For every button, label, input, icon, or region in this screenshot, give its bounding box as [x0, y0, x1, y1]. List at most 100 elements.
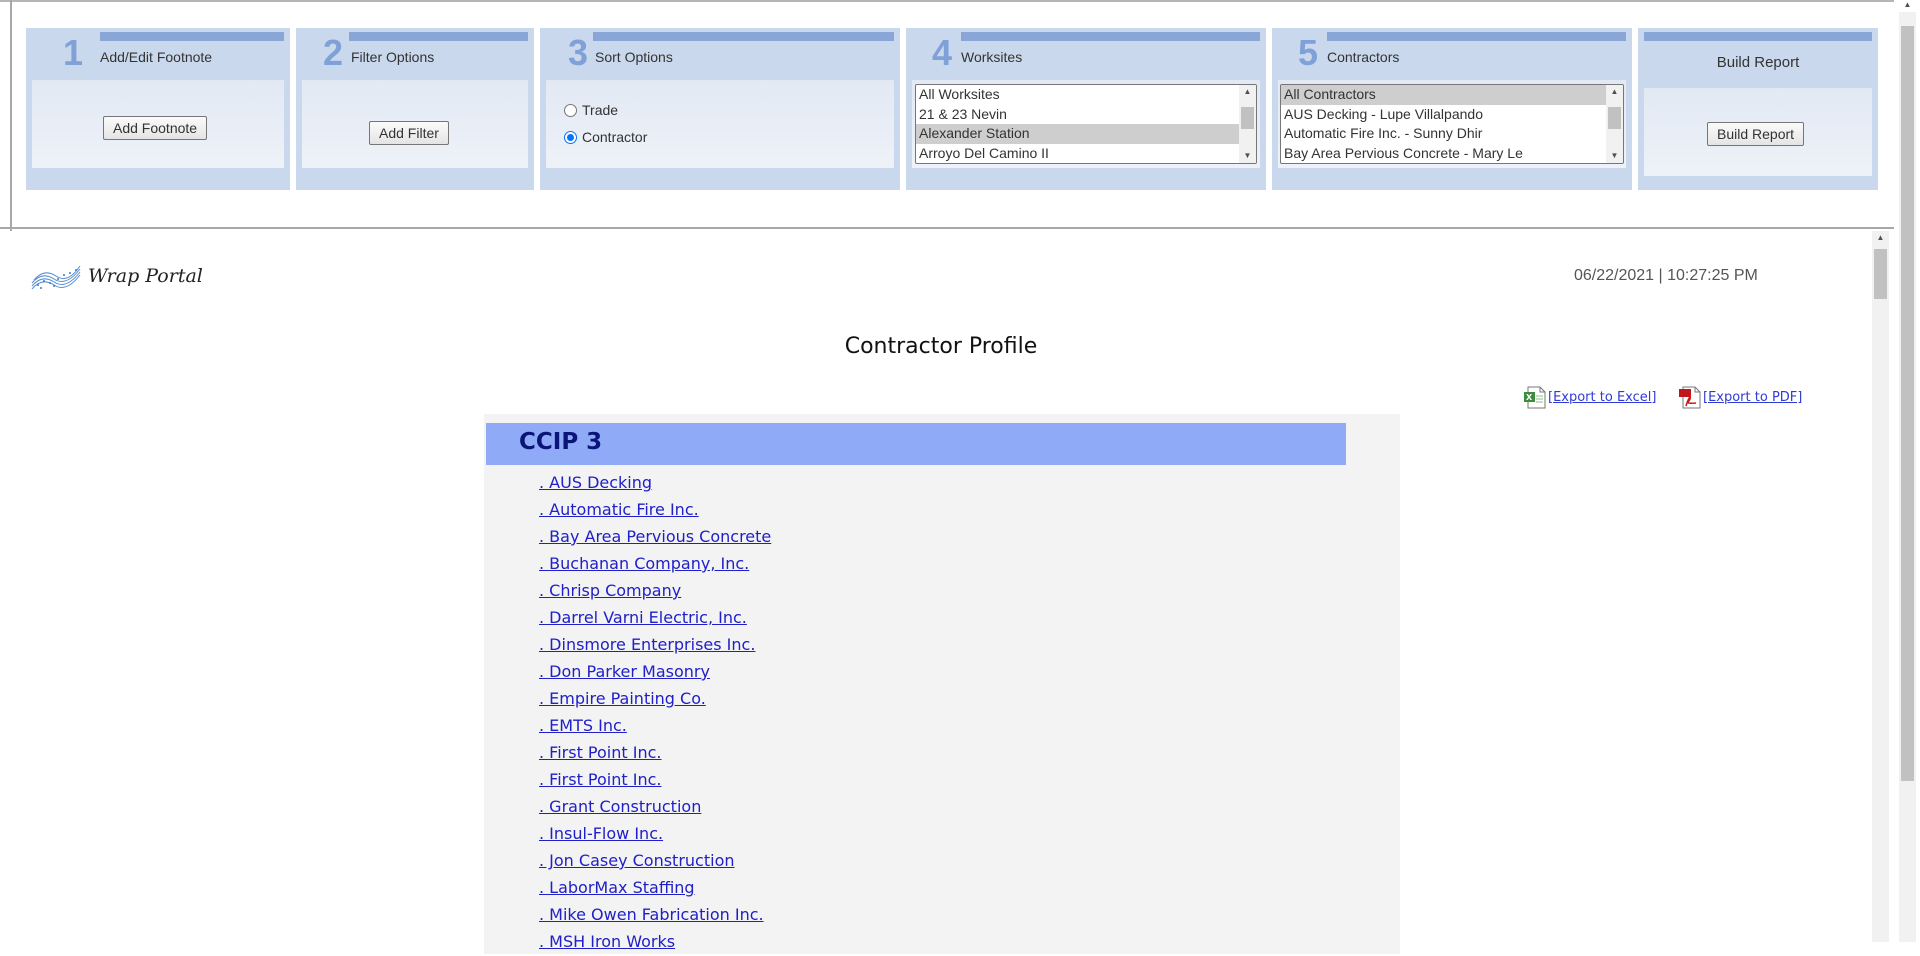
step-number: 4: [932, 32, 953, 73]
list-item: . Grant Construction: [539, 793, 771, 820]
list-item: . Empire Painting Co.: [539, 685, 771, 712]
report-builder-toolbar: 1 Add/Edit Footnote Add Footnote 2 Filte…: [0, 0, 1894, 229]
wrap-portal-logo: Wrap Portal: [30, 261, 203, 291]
report-frame: Wrap Portal 06/22/2021 | 10:27:25 PM Con…: [10, 231, 1872, 954]
panel-title: Worksites: [961, 49, 1023, 65]
panel-body: Add Filter: [302, 80, 528, 168]
scroll-thumb[interactable]: [1874, 249, 1887, 299]
contractor-link[interactable]: . Mike Owen Fabrication Inc.: [539, 905, 764, 924]
page-title: Contractor Profile: [844, 334, 1038, 359]
contractor-link[interactable]: . Insul-Flow Inc.: [539, 824, 663, 843]
listbox-scrollbar[interactable]: ▲ ▼: [1606, 85, 1623, 163]
contractor-option-selected[interactable]: All Contractors: [1281, 85, 1606, 105]
logo-text: Wrap Portal: [88, 265, 203, 287]
panel-body: Add Footnote: [32, 80, 284, 168]
panel-body: Trade Contractor: [546, 80, 894, 168]
contractor-link[interactable]: . Don Parker Masonry: [539, 662, 710, 681]
step-number: 5: [1298, 32, 1319, 73]
add-filter-button[interactable]: Add Filter: [369, 121, 449, 145]
contractors-listbox[interactable]: All Contractors AUS Decking - Lupe Villa…: [1280, 84, 1624, 164]
contractor-link[interactable]: . Automatic Fire Inc.: [539, 500, 699, 519]
footnote-panel: 1 Add/Edit Footnote Add Footnote: [26, 28, 290, 190]
panel-bar: [100, 32, 284, 41]
build-report-button[interactable]: Build Report: [1707, 122, 1805, 146]
pdf-icon[interactable]: [1677, 384, 1703, 410]
export-excel-link[interactable]: X [Export to Excel]: [1522, 384, 1656, 410]
panel-body: Build Report: [1644, 88, 1872, 176]
scroll-down-arrow-icon[interactable]: ▼: [1239, 149, 1256, 163]
build-report-panel: Build Report Build Report: [1638, 28, 1878, 190]
export-excel-text[interactable]: [Export to Excel]: [1548, 390, 1656, 405]
panel-bar: [593, 32, 894, 41]
radio-button-selected[interactable]: [564, 130, 577, 144]
contractor-option[interactable]: Bay Area Pervious Concrete - Mary Le: [1281, 144, 1606, 164]
page-scrollbar[interactable]: ▲: [1894, 0, 1920, 942]
report-content: CCIP 3 . AUS Decking . Automatic Fire In…: [484, 414, 1400, 954]
step-number: 2: [323, 32, 344, 73]
contractor-link[interactable]: . Chrisp Company: [539, 581, 681, 600]
list-item: . AUS Decking: [539, 469, 771, 496]
export-pdf-text[interactable]: [Export to PDF]: [1703, 390, 1802, 405]
contractor-link[interactable]: . Bay Area Pervious Concrete: [539, 527, 771, 546]
scroll-down-arrow-icon[interactable]: ▼: [1606, 149, 1623, 163]
export-pdf-link[interactable]: [Export to PDF]: [1677, 384, 1802, 410]
excel-icon[interactable]: X: [1522, 384, 1548, 410]
contractor-link[interactable]: . AUS Decking: [539, 473, 652, 492]
contractor-option[interactable]: Automatic Fire Inc. - Sunny Dhir: [1281, 124, 1606, 144]
panel-title: Build Report: [1716, 54, 1800, 71]
radio-label: Contractor: [582, 129, 648, 145]
list-item: . Buchanan Company, Inc.: [539, 550, 771, 577]
list-item: . EMTS Inc.: [539, 712, 771, 739]
contractor-link[interactable]: . First Point Inc.: [539, 770, 661, 789]
wave-logo-icon: [31, 265, 81, 290]
panel-bar: [961, 32, 1260, 41]
contractor-link[interactable]: . LaborMax Staffing: [539, 878, 695, 897]
radio-button[interactable]: [564, 103, 577, 117]
contractor-link[interactable]: . Jon Casey Construction: [539, 851, 735, 870]
contractors-panel: 5 Contractors All Contractors AUS Deckin…: [1272, 28, 1632, 190]
panel-bar: [1327, 32, 1626, 41]
contractor-link[interactable]: . Buchanan Company, Inc.: [539, 554, 749, 573]
contractor-link[interactable]: . First Point Inc.: [539, 743, 661, 762]
step-number: 1: [63, 32, 84, 73]
scroll-up-arrow-icon[interactable]: ▲: [1606, 85, 1623, 99]
svg-text:X: X: [1526, 393, 1533, 402]
list-item: . Don Parker Masonry: [539, 658, 771, 685]
contractor-list: . AUS Decking . Automatic Fire Inc. . Ba…: [539, 469, 771, 955]
report-scrollbar[interactable]: ▲: [1872, 231, 1889, 942]
list-item: . First Point Inc.: [539, 766, 771, 793]
list-item: . Automatic Fire Inc.: [539, 496, 771, 523]
listbox-scrollbar[interactable]: ▲ ▼: [1239, 85, 1256, 163]
scroll-up-arrow-icon[interactable]: ▲: [1239, 85, 1256, 99]
panel-bar: [1644, 32, 1872, 41]
scroll-thumb[interactable]: [1241, 107, 1254, 129]
panel-bar: [349, 32, 528, 41]
scroll-thumb[interactable]: [1608, 107, 1621, 129]
worksite-option-selected[interactable]: Alexander Station: [916, 124, 1239, 144]
worksite-option[interactable]: Arroyo Del Camino II: [916, 144, 1239, 164]
contractor-link[interactable]: . Grant Construction: [539, 797, 701, 816]
scroll-up-arrow-icon[interactable]: ▲: [1899, 0, 1916, 9]
list-item: . Dinsmore Enterprises Inc.: [539, 631, 771, 658]
scroll-up-arrow-icon[interactable]: ▲: [1872, 233, 1889, 242]
worksite-option[interactable]: 21 & 23 Nevin: [916, 105, 1239, 125]
sort-option-contractor[interactable]: Contractor: [564, 129, 647, 145]
sort-option-trade[interactable]: Trade: [564, 102, 618, 118]
contractor-link[interactable]: . Empire Painting Co.: [539, 689, 706, 708]
panel-title: Contractors: [1327, 49, 1400, 65]
list-item: . Insul-Flow Inc.: [539, 820, 771, 847]
group-header: CCIP 3: [486, 423, 1346, 465]
radio-label: Trade: [582, 102, 619, 118]
worksite-option[interactable]: All Worksites: [916, 85, 1239, 105]
panel-title: Add/Edit Footnote: [100, 49, 213, 65]
worksites-listbox[interactable]: All Worksites 21 & 23 Nevin Alexander St…: [915, 84, 1257, 164]
contractor-link[interactable]: . Dinsmore Enterprises Inc.: [539, 635, 755, 654]
contractor-option[interactable]: AUS Decking - Lupe Villalpando: [1281, 105, 1606, 125]
contractor-link[interactable]: . Darrel Varni Electric, Inc.: [539, 608, 747, 627]
contractor-link[interactable]: . EMTS Inc.: [539, 716, 627, 735]
filter-panel: 2 Filter Options Add Filter: [296, 28, 534, 190]
step-number: 3: [568, 32, 589, 73]
add-footnote-button[interactable]: Add Footnote: [103, 116, 208, 140]
list-item: . Chrisp Company: [539, 577, 771, 604]
scroll-thumb[interactable]: [1901, 26, 1914, 781]
